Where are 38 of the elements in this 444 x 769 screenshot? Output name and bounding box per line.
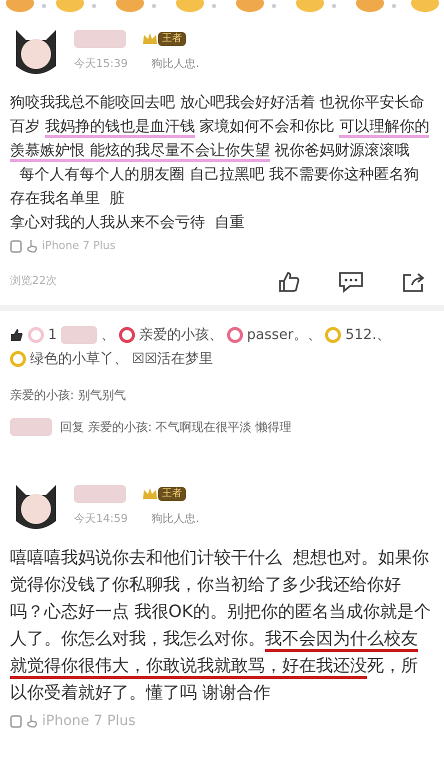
thumbs-up-icon (10, 328, 24, 342)
post-text: 每个人有每个人的朋友圈 自己拉黑吧 我不需要你这种匿名狗存在我名单里 脏 (10, 164, 420, 209)
user-tagline: 狗比人忠. (152, 56, 200, 72)
post-text: 嘻嘻嘻我妈说你去和他们计较干什么 想想也对。如果你觉得你没钱了你私聊我，你当初给了多少我还给你好吗？心态好一点 我很OK的。别把你的匿名当成你就是个人了。你怎么对我，我怎么对你。我不会因为什么校友就觉得你很伟大，你敢说我就敢骂，好在我还没死，所以你受着就好了。懂了吗 谢谢合作 (10, 546, 432, 704)
blurred-name (60, 326, 97, 344)
share-icon[interactable] (402, 270, 426, 292)
liker-name[interactable]: 亲爱的小孩、 (138, 322, 223, 346)
liker-avatar[interactable] (226, 326, 243, 342)
liker-name[interactable]: passer。、 (246, 322, 322, 346)
hand-icon (26, 239, 38, 254)
blurred-name (10, 418, 52, 436)
blurred-name (74, 484, 126, 502)
liker-name[interactable]: 绿色的小草丫、 (30, 346, 128, 370)
view-count: 浏览22次 (10, 273, 57, 290)
post-time: 今天15:39 (74, 56, 128, 72)
comment-text: 亲爱的小孩: 别气别气 (10, 386, 126, 404)
blurred-name (74, 30, 126, 48)
post-text: 狗咬我我总不能咬回去吧 放心吧我会好好活着 也祝你平安长命百岁 我妈挣的钱也是血汗钱 家境如何不会和你比 可以理解你的羡慕嫉妒恨 能炫的我尽量不会让你失望 祝你爸妈财源滚滚哦 (10, 90, 434, 162)
level-badge: 王者 (158, 486, 186, 500)
phone-icon (10, 714, 22, 728)
liker-avatar[interactable] (118, 326, 135, 342)
device-label: iPhone 7 Plus (42, 712, 136, 730)
liker-name[interactable]: ☒☒活在梦里 (132, 346, 214, 370)
comment-icon[interactable] (338, 270, 364, 292)
hand-icon (26, 714, 38, 728)
post-text: 拿心对我的人我从来不会亏待 自重 (10, 212, 246, 233)
level-badge: 王者 (158, 32, 186, 46)
thumbs-up-icon[interactable] (278, 270, 300, 292)
phone-icon (10, 240, 22, 253)
comment-text: 回复 亲爱的小孩: 不气啊现在很平淡 懒得理 (60, 418, 292, 436)
liker-name[interactable]: 512.、 (345, 322, 391, 346)
liker-name[interactable]: 1 (48, 322, 57, 346)
separator: 、 (100, 326, 115, 344)
user-tagline: 狗比人忠. (152, 510, 200, 526)
device-label: iPhone 7 Plus (42, 238, 116, 254)
crown-icon (142, 486, 158, 500)
post-time: 今天14:59 (74, 510, 128, 526)
crown-icon (142, 32, 158, 46)
